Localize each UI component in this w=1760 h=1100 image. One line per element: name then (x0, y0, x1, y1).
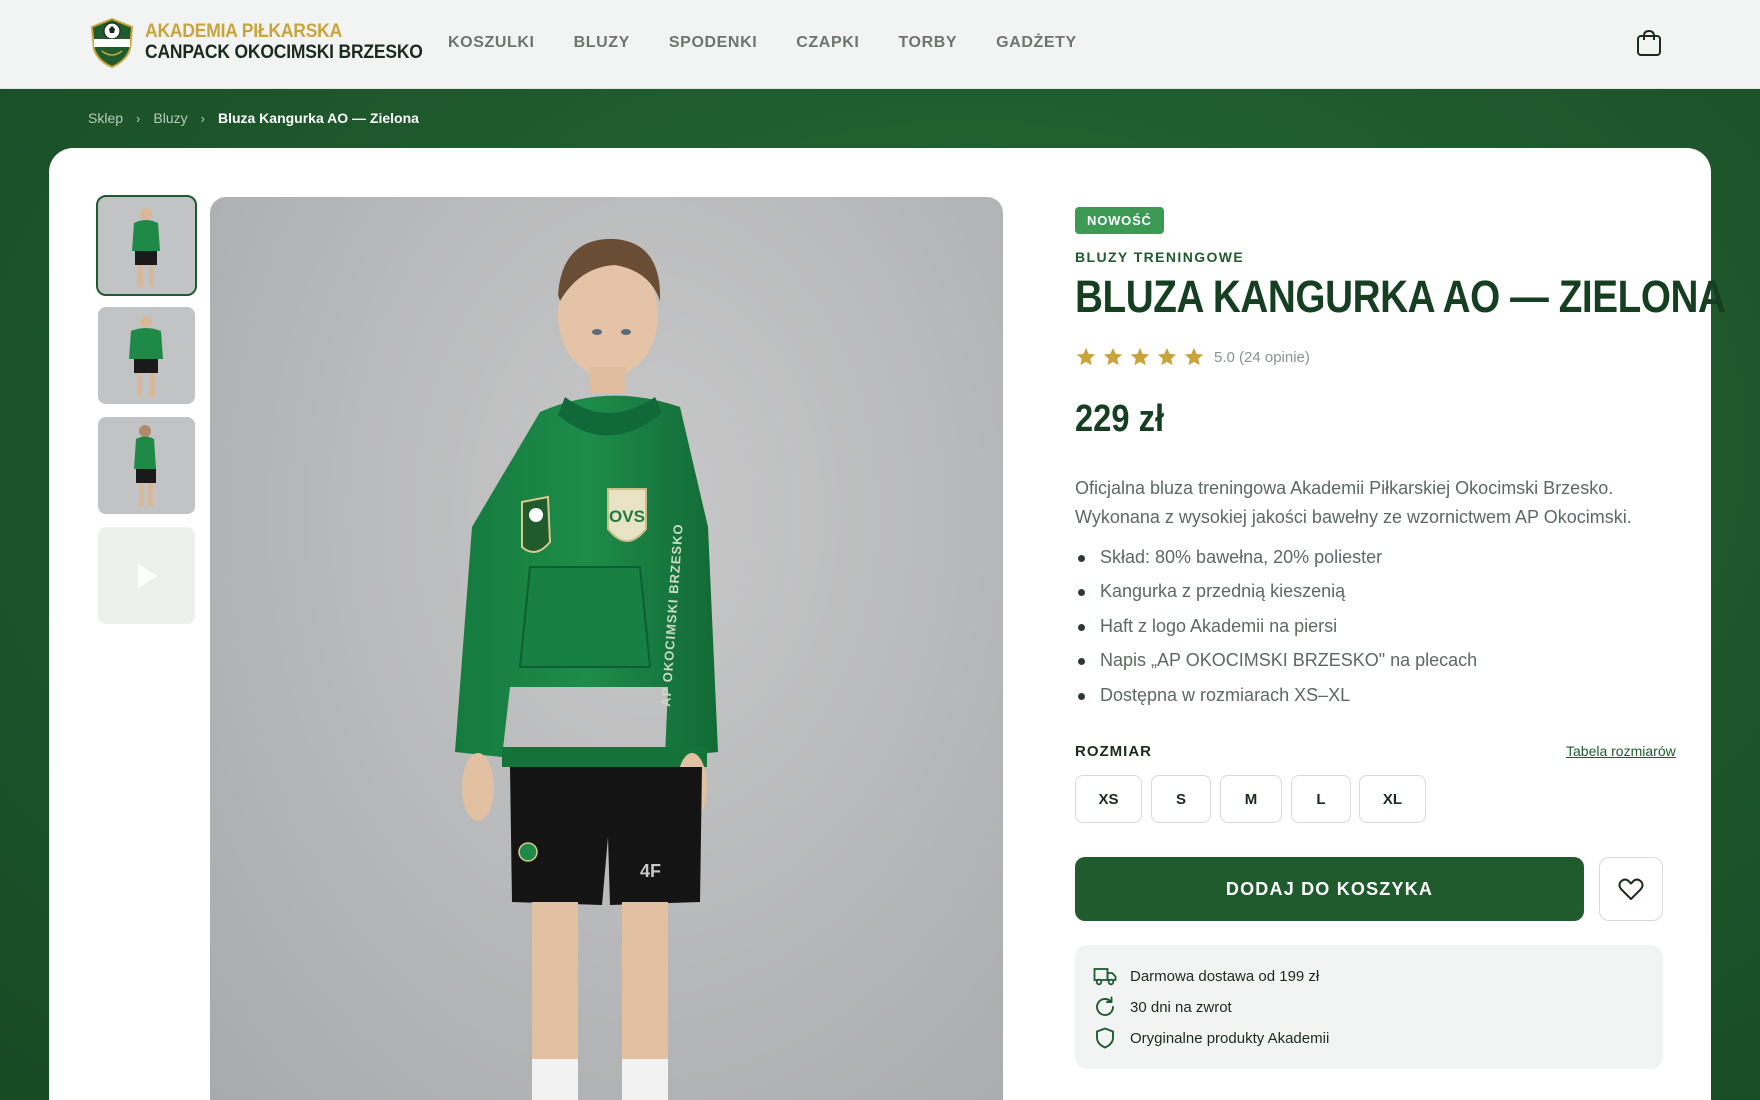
perk-free-shipping: Darmowa dostawa od 199 zł (1093, 964, 1319, 988)
star-icon (1130, 347, 1150, 366)
breadcrumb: Sklep › Bluzy › Bluza Kangurka AO — Ziel… (88, 110, 419, 126)
chevron-right-icon: › (200, 110, 205, 126)
thumbnail-image (98, 197, 195, 294)
size-option-xl[interactable]: XL (1359, 775, 1426, 823)
svg-text:4F: 4F (640, 861, 661, 881)
size-option-l[interactable]: L (1291, 775, 1351, 823)
size-chart-link[interactable]: Tabela rozmiarów (1566, 743, 1676, 759)
truck-icon (1093, 968, 1117, 986)
star-icon (1157, 347, 1177, 366)
feature-item: Dostępna w rozmiarach XS–XL (1075, 681, 1477, 715)
product-photo: OVS AP OKOCIMSKI BRZESKO 4F (455, 238, 718, 1100)
perk-returns: 30 dni na zwrot (1093, 995, 1232, 1019)
perk-text: Oryginalne produkty Akademii (1130, 1029, 1330, 1047)
star-icon (1076, 347, 1096, 366)
brand-name-line1[interactable]: AKADEMIA PIŁKARSKA (145, 21, 342, 43)
nav-item-gadzety[interactable]: GADŻETY (996, 34, 1077, 52)
product-price: 229 zł (1075, 398, 1165, 440)
brand-name-line2[interactable]: CANPACK OKOCIMSKI BRZESKO (145, 42, 423, 64)
nav-item-czapki[interactable]: CZAPKI (796, 34, 859, 52)
nav-item-spodenki[interactable]: SPODENKI (669, 34, 757, 52)
gallery-thumbnail-3[interactable] (98, 417, 195, 514)
shopping-bag-icon[interactable] (1636, 29, 1662, 57)
site-header: AKADEMIA PIŁKARSKA CANPACK OKOCIMSKI BRZ… (0, 0, 1760, 89)
main-nav: KOSZULKI BLUZY SPODENKI CZAPKI TORBY GAD… (448, 34, 1116, 52)
nav-item-koszulki[interactable]: KOSZULKI (448, 34, 535, 52)
thumbnail-image (98, 307, 195, 404)
product-category: BLUZY TRENINGOWE (1075, 249, 1245, 265)
feature-item: Haft z logo Akademii na piersi (1075, 612, 1477, 646)
rating-text[interactable]: 5.0 (24 opinie) (1214, 349, 1310, 366)
feature-item: Skład: 80% bawełna, 20% poliester (1075, 543, 1477, 577)
product-title: BLUZA KANGURKA AO — ZIELONA (1075, 271, 1726, 322)
academy-crest-icon[interactable] (88, 17, 136, 69)
perk-text: 30 dni na zwrot (1130, 998, 1232, 1016)
gallery-thumbnail-2[interactable] (98, 307, 195, 404)
perk-original: Oryginalne produkty Akademii (1093, 1026, 1329, 1050)
return-arrow-icon (1096, 996, 1114, 1016)
feature-list: Skład: 80% bawełna, 20% poliester Kangur… (1075, 543, 1477, 715)
product-main-image[interactable]: OVS AP OKOCIMSKI BRZESKO 4F (210, 197, 1003, 1100)
shield-icon (1096, 1027, 1114, 1049)
nav-item-torby[interactable]: TORBY (898, 34, 957, 52)
thumbnail-image (98, 417, 195, 514)
breadcrumb-link-bluzy[interactable]: Bluzy (153, 110, 187, 126)
rating-stars (1075, 346, 1205, 368)
breadcrumb-current: Bluza Kangurka AO — Zielona (217, 110, 419, 126)
breadcrumb-link-sklep[interactable]: Sklep (88, 110, 123, 126)
star-icon (1184, 347, 1204, 366)
perk-text: Darmowa dostawa od 199 zł (1130, 967, 1320, 985)
wishlist-button[interactable] (1599, 857, 1663, 921)
new-badge: NOWOŚĆ (1075, 207, 1164, 234)
size-option-xs[interactable]: XS (1075, 775, 1142, 823)
nav-item-bluzy[interactable]: BLUZY (574, 34, 630, 52)
feature-item: Napis „AP OKOCIMSKI BRZESKO" na plecach (1075, 646, 1477, 680)
size-option-s[interactable]: S (1151, 775, 1211, 823)
heart-icon (1618, 878, 1644, 900)
perks-box: Darmowa dostawa od 199 zł 30 dni na zwro… (1075, 945, 1663, 1069)
size-option-m[interactable]: M (1220, 775, 1282, 823)
svg-text:OVS: OVS (609, 507, 645, 526)
chevron-right-icon: › (136, 110, 141, 126)
size-label: ROZMIAR (1075, 743, 1152, 760)
play-icon (137, 563, 157, 588)
product-description: Oficjalna bluza treningowa Akademii Piłk… (1075, 478, 1632, 527)
feature-item: Kangurka z przednią kieszenią (1075, 577, 1477, 611)
add-to-cart-button[interactable]: DODAJ DO KOSZYKA (1075, 857, 1584, 921)
star-icon (1103, 347, 1123, 366)
gallery-thumbnail-1[interactable] (96, 195, 197, 296)
gallery-thumbnail-video[interactable] (98, 527, 195, 624)
